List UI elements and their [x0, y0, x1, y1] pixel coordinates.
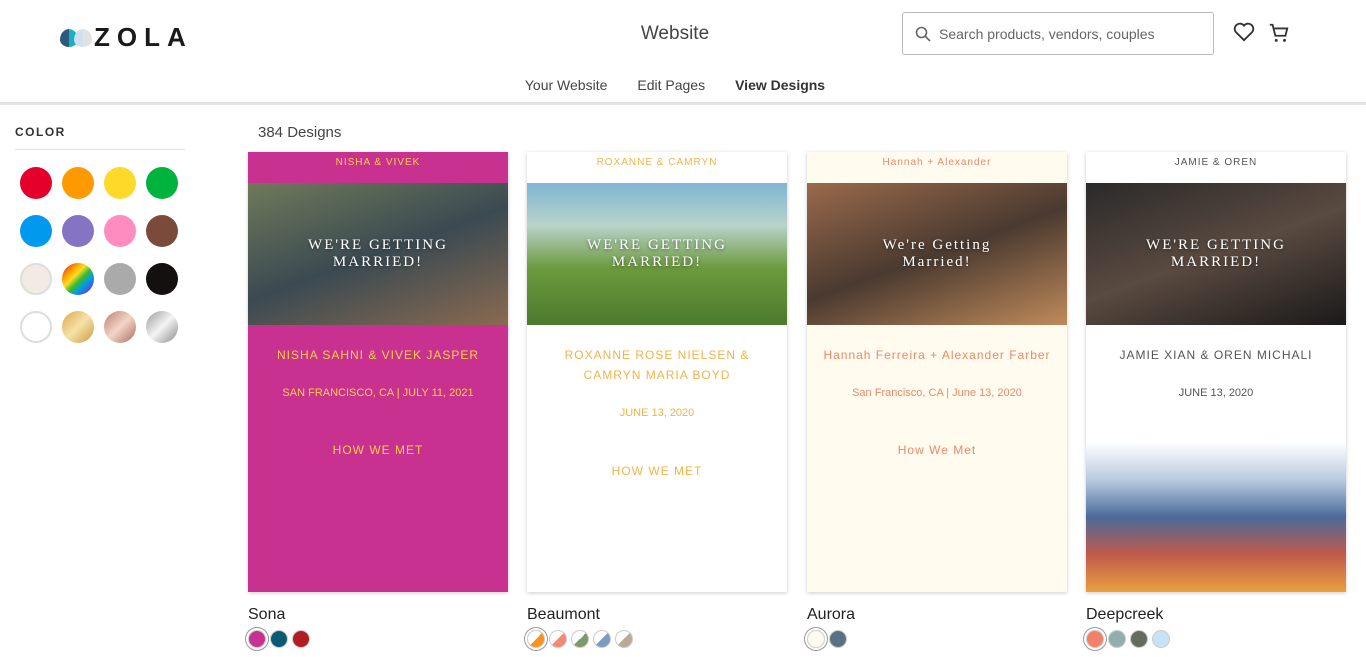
- color-swatch[interactable]: [62, 167, 94, 199]
- color-swatch[interactable]: [20, 263, 52, 295]
- color-swatch[interactable]: [146, 215, 178, 247]
- color-option[interactable]: [1086, 630, 1104, 648]
- color-option[interactable]: [527, 630, 545, 648]
- tab-your-website[interactable]: Your Website: [525, 77, 608, 93]
- color-swatch[interactable]: [104, 263, 136, 295]
- color-swatch[interactable]: [20, 215, 52, 247]
- preview-couple: Hannah + Alexander: [882, 157, 992, 168]
- preview-names: JAMIE XIAN & OREN MICHALI: [1119, 348, 1313, 362]
- preview-section: HOW WE MET: [332, 443, 424, 458]
- preview-photo: WE'RE GETTING MARRIED!: [527, 183, 787, 325]
- color-swatch[interactable]: [20, 167, 52, 199]
- color-option[interactable]: [571, 630, 589, 648]
- preview-place: JUNE 13, 2020: [1178, 387, 1254, 400]
- preview-couple: NISHA & VIVEK: [335, 157, 421, 168]
- design-preview[interactable]: JAMIE & OREN WE'RE GETTING MARRIED! JAMI…: [1086, 152, 1346, 592]
- design-count: 384 Designs: [258, 124, 342, 141]
- search-input[interactable]: [939, 25, 1209, 42]
- color-swatch[interactable]: [62, 263, 94, 295]
- color-option[interactable]: [1130, 630, 1148, 648]
- color-options: [1086, 630, 1346, 648]
- color-swatch[interactable]: [62, 311, 94, 343]
- design-preview[interactable]: ROXANNE & CAMRYN WE'RE GETTING MARRIED! …: [527, 152, 787, 592]
- preview-photo: WE'RE GETTING MARRIED!: [248, 183, 508, 325]
- design-preview[interactable]: NISHA & VIVEK WE'RE GETTING MARRIED! NIS…: [248, 152, 508, 592]
- design-name[interactable]: Beaumont: [527, 606, 787, 624]
- color-options: [807, 630, 1067, 648]
- preview-section: HOW WE MET: [611, 463, 703, 478]
- tab-view-designs[interactable]: View Designs: [735, 77, 825, 93]
- color-swatch[interactable]: [62, 215, 94, 247]
- preview-place: San Francisco, CA | June 13, 2020: [852, 387, 1022, 400]
- design-card[interactable]: ROXANNE & CAMRYN WE'RE GETTING MARRIED! …: [527, 152, 787, 648]
- color-swatches: [20, 167, 185, 343]
- color-swatch[interactable]: [104, 311, 136, 343]
- color-option[interactable]: [248, 630, 266, 648]
- preview-names: ROXANNE ROSE NIELSEN & CAMRYN MARIA BOYD: [564, 348, 750, 383]
- color-swatch[interactable]: [20, 311, 52, 343]
- preview-section: How We Met: [897, 443, 977, 458]
- design-name[interactable]: Aurora: [807, 606, 1067, 624]
- subnav: Your Website Edit Pages View Designs: [0, 77, 1350, 93]
- preview-names: NISHA SAHNI & VIVEK JASPER: [276, 348, 480, 362]
- color-options: [527, 630, 787, 648]
- color-swatch[interactable]: [104, 215, 136, 247]
- design-card[interactable]: JAMIE & OREN WE'RE GETTING MARRIED! JAMI…: [1086, 152, 1346, 648]
- search-icon: [915, 26, 931, 42]
- color-option[interactable]: [1108, 630, 1126, 648]
- preview-mountains: [1086, 442, 1346, 592]
- search-box[interactable]: [902, 12, 1214, 55]
- color-filter-label: COLOR: [15, 125, 185, 150]
- color-swatch[interactable]: [146, 311, 178, 343]
- color-option[interactable]: [593, 630, 611, 648]
- heart-icon[interactable]: [1233, 22, 1255, 42]
- design-name[interactable]: Deepcreek: [1086, 606, 1346, 624]
- preview-names: Hannah Ferreira + Alexander Farber: [823, 348, 1051, 362]
- color-option[interactable]: [270, 630, 288, 648]
- preview-headline: WE'RE GETTING MARRIED!: [308, 237, 448, 270]
- color-option[interactable]: [615, 630, 633, 648]
- cart-icon[interactable]: [1268, 22, 1290, 44]
- color-option[interactable]: [292, 630, 310, 648]
- preview-couple: ROXANNE & CAMRYN: [596, 157, 718, 168]
- header: ZOLA Website Your Website Edit Pages Vie…: [0, 0, 1366, 105]
- design-card[interactable]: Hannah + Alexander We're Getting Married…: [807, 152, 1067, 648]
- preview-photo: We're Getting Married!: [807, 183, 1067, 325]
- color-swatch[interactable]: [146, 263, 178, 295]
- preview-couple: JAMIE & OREN: [1174, 157, 1258, 168]
- preview-place: SAN FRANCISCO, CA | JULY 11, 2021: [282, 387, 474, 400]
- color-option[interactable]: [829, 630, 847, 648]
- color-option[interactable]: [807, 630, 825, 648]
- color-option[interactable]: [1152, 630, 1170, 648]
- color-swatch[interactable]: [146, 167, 178, 199]
- tab-edit-pages[interactable]: Edit Pages: [637, 77, 705, 93]
- design-preview[interactable]: Hannah + Alexander We're Getting Married…: [807, 152, 1067, 592]
- color-options: [248, 630, 508, 648]
- preview-headline: We're Getting Married!: [882, 237, 992, 270]
- preview-headline: WE'RE GETTING MARRIED!: [1146, 237, 1286, 270]
- design-card[interactable]: NISHA & VIVEK WE'RE GETTING MARRIED! NIS…: [248, 152, 508, 648]
- preview-headline: WE'RE GETTING MARRIED!: [587, 237, 727, 270]
- filter-sidebar: COLOR: [15, 125, 185, 343]
- color-swatch[interactable]: [104, 167, 136, 199]
- color-option[interactable]: [549, 630, 567, 648]
- preview-place: JUNE 13, 2020: [619, 407, 695, 420]
- design-name[interactable]: Sona: [248, 606, 508, 624]
- preview-photo: WE'RE GETTING MARRIED!: [1086, 183, 1346, 325]
